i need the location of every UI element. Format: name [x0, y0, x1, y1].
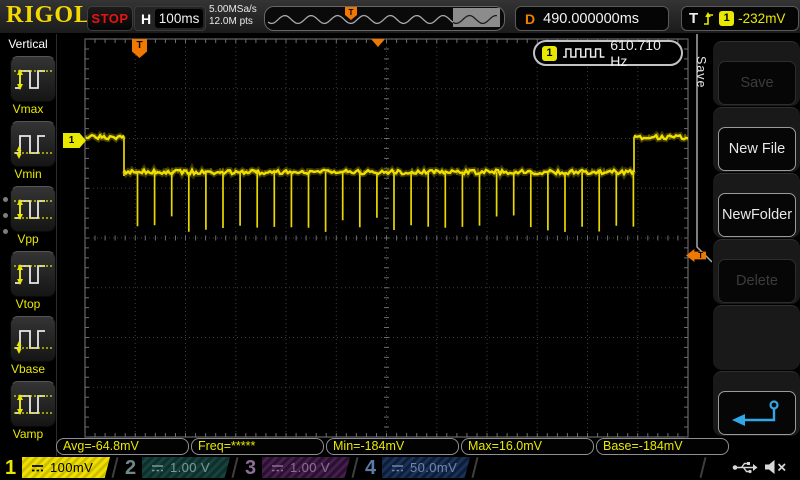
speaker-muted-icon	[764, 459, 788, 475]
measurement-min: Min=-184mV	[326, 438, 459, 455]
channel2-number: 2	[125, 456, 136, 480]
menu-tab-save: Save	[694, 56, 708, 89]
softkey-panel: Save New File NewFolder Delete	[712, 33, 800, 456]
channel3-number: 3	[245, 456, 256, 480]
channel-status-bar: 1 100mV 2 1.00 V 3 1.00 V	[0, 456, 800, 480]
menu-item-vmin[interactable]: Vmin	[0, 121, 56, 184]
trigger-source-badge: 1	[719, 11, 734, 26]
square-wave-icon	[562, 45, 605, 61]
delay-label: D	[525, 11, 535, 27]
measurement-max: Max=16.0mV	[461, 438, 594, 455]
run-state-badge[interactable]: STOP	[87, 6, 133, 31]
measurement-freq: Freq=*****	[191, 438, 324, 455]
menu-item-vpp[interactable]: Vpp	[0, 186, 56, 249]
menu-item-vmax[interactable]: Vmax	[0, 56, 56, 119]
frequency-value: 610.710 Hz	[610, 37, 681, 69]
measurement-avg: Avg=-64.8mV	[56, 438, 189, 455]
dc-coupling-icon	[31, 463, 44, 473]
measure-menu-panel: Vertical Vmax Vmin Vpp Vtop Vbase	[0, 33, 57, 456]
rigol-logo: RIGOL	[6, 2, 91, 29]
memory-position-bar[interactable]: T	[264, 6, 505, 31]
dc-coupling-icon	[271, 463, 284, 473]
channel1-tab[interactable]: 100mV	[22, 457, 110, 478]
dc-coupling-icon	[151, 463, 164, 473]
channel4-tab[interactable]: 50.0mV	[382, 457, 470, 478]
timebase-value: 100ms	[155, 9, 203, 28]
trigger-level-value: -232mV	[738, 11, 785, 26]
horizontal-timebase-box[interactable]: H 100ms	[134, 6, 206, 31]
oscilloscope-screen: RIGOL STOP H 100ms 5.00MSa/s 12.0M pts T…	[0, 0, 800, 480]
channel4-number: 4	[365, 456, 376, 480]
svg-text:T: T	[349, 8, 354, 17]
menu-item-vtop[interactable]: Vtop	[0, 251, 56, 314]
menu-item-vamp[interactable]: Vamp	[0, 381, 56, 444]
acquisition-info: 5.00MSa/s 12.0M pts	[209, 4, 257, 28]
menu-title: Vertical	[0, 37, 56, 51]
sample-rate: 5.00MSa/s	[209, 4, 257, 16]
record-waveform-preview-icon: T	[265, 7, 502, 28]
new-file-button[interactable]: New File	[718, 127, 796, 171]
rising-edge-icon	[702, 11, 715, 27]
delay-value: 490.000000ms	[543, 11, 639, 27]
channel3-tab[interactable]: 1.00 V	[262, 457, 350, 478]
delete-button[interactable]: Delete	[718, 259, 796, 303]
frequency-counter: 1 610.710 Hz	[533, 40, 683, 66]
counter-channel-badge: 1	[542, 46, 557, 61]
back-button[interactable]	[718, 391, 796, 435]
dc-coupling-icon	[391, 463, 404, 473]
trigger-readout[interactable]: T 1 -232mV	[681, 6, 799, 31]
return-arrow-icon	[722, 396, 792, 430]
channel1-scale: 100mV	[50, 460, 93, 475]
save-button[interactable]: Save	[718, 61, 796, 105]
menu-page-indicator	[3, 197, 8, 234]
memory-depth: 12.0M pts	[209, 16, 257, 28]
channel1-number: 1	[5, 456, 16, 480]
horizontal-label: H	[141, 11, 151, 27]
channel2-tab[interactable]: 1.00 V	[142, 457, 230, 478]
trigger-label: T	[689, 10, 698, 27]
measurement-results-bar: Avg=-64.8mV Freq=***** Min=-184mV Max=16…	[56, 438, 729, 455]
delay-readout[interactable]: D 490.000000ms	[515, 6, 669, 31]
usb-icon	[732, 460, 758, 475]
new-folder-button[interactable]: NewFolder	[718, 193, 796, 237]
menu-item-vbase[interactable]: Vbase	[0, 316, 56, 379]
graticule-and-waveform	[0, 0, 800, 480]
measurement-base: Base=-184mV	[596, 438, 729, 455]
channel3-scale: 1.00 V	[290, 460, 330, 475]
status-bar: RIGOL STOP H 100ms 5.00MSa/s 12.0M pts T…	[0, 0, 800, 34]
channel4-scale: 50.0mV	[410, 460, 457, 475]
channel2-scale: 1.00 V	[170, 460, 210, 475]
